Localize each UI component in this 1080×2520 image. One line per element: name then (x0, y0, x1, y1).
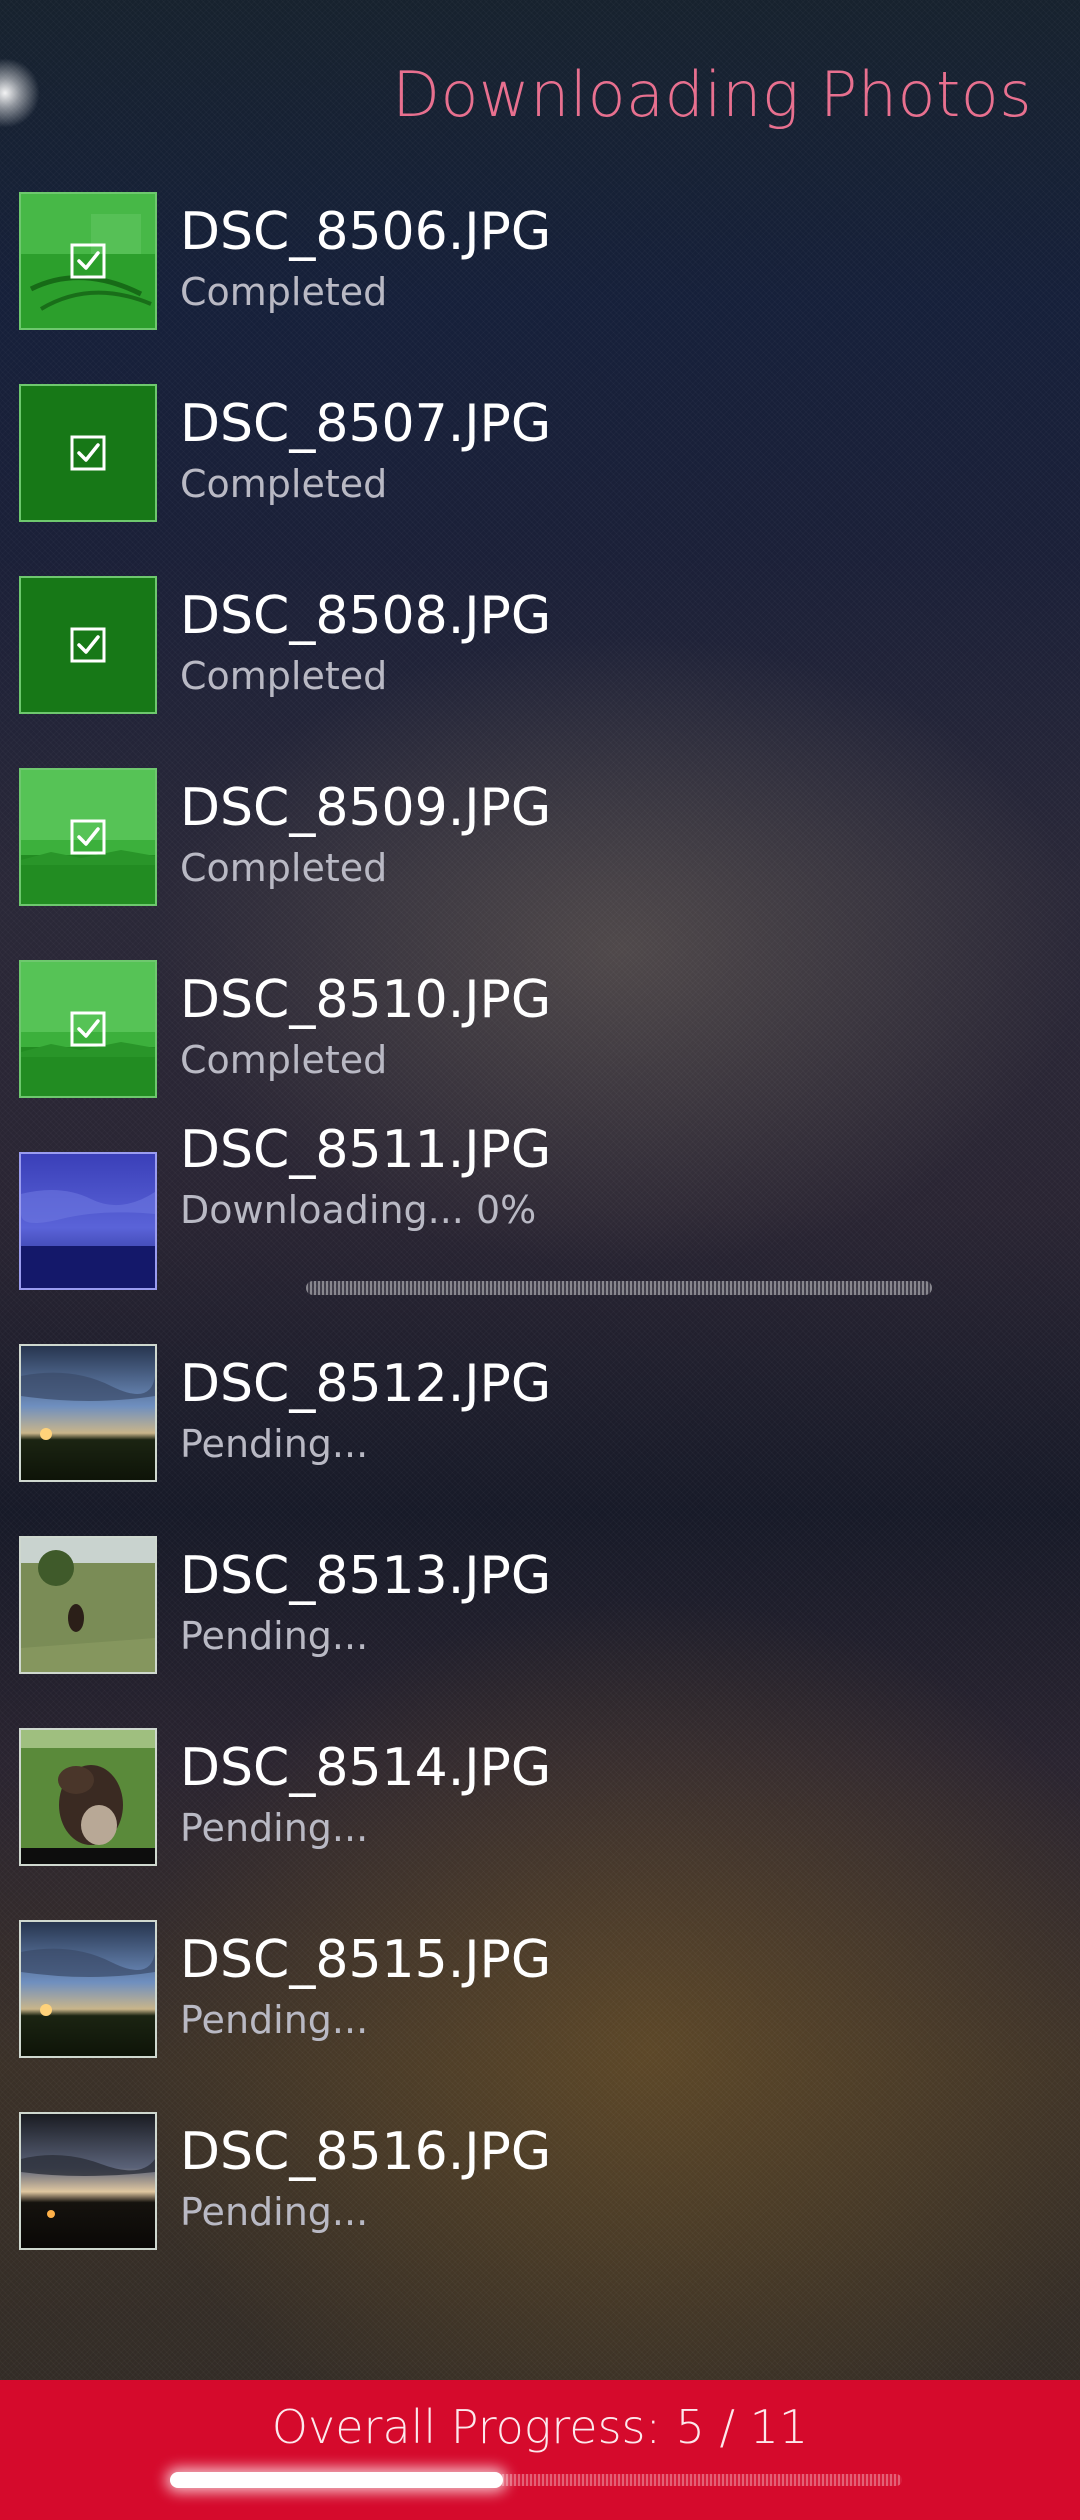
overall-progress-label: Overall Progress: 5 / 11 (271, 2400, 809, 2454)
list-item[interactable]: DSC_8516.JPG Pending... (0, 0, 1080, 2250)
file-name: DSC_8509.JPG (180, 778, 552, 838)
file-name: DSC_8506.JPG (180, 202, 552, 262)
file-status: Pending... (180, 1806, 369, 1850)
overall-progress-panel: Overall Progress: 5 / 11 (0, 2380, 1080, 2520)
photo-thumbnail (19, 576, 157, 714)
photo-thumbnail (19, 1152, 157, 1290)
photo-thumbnail (19, 1344, 157, 1482)
file-name: DSC_8515.JPG (180, 1930, 552, 1990)
file-status: Completed (180, 654, 388, 698)
photo-thumbnail (19, 1728, 157, 1866)
photo-thumbnail (19, 1920, 157, 2058)
photo-thumbnail (19, 384, 157, 522)
file-status: Downloading... 0% (180, 1188, 537, 1232)
file-status: Pending... (180, 1614, 369, 1658)
photo-thumbnail (19, 1536, 157, 1674)
file-status: Completed (180, 1038, 388, 1082)
file-name: DSC_8513.JPG (180, 1546, 552, 1606)
file-status: Completed (180, 462, 388, 506)
file-status: Pending... (180, 1422, 369, 1466)
file-status: Pending... (180, 2190, 369, 2234)
photo-thumbnail (19, 192, 157, 330)
file-name: DSC_8508.JPG (180, 586, 552, 646)
photo-thumbnail (19, 960, 157, 1098)
file-status: Completed (180, 846, 388, 890)
item-download-progress-bar (306, 1281, 932, 1295)
file-name: DSC_8512.JPG (180, 1354, 552, 1414)
file-name: DSC_8507.JPG (180, 394, 552, 454)
photo-thumbnail (19, 2112, 157, 2250)
overall-progress-fill (170, 2472, 503, 2488)
file-name: DSC_8510.JPG (180, 970, 552, 1030)
file-name: DSC_8516.JPG (180, 2122, 552, 2182)
overall-progress-track (170, 2472, 902, 2488)
photo-thumbnail (19, 768, 157, 906)
file-status: Pending... (180, 1998, 369, 2042)
file-name: DSC_8514.JPG (180, 1738, 552, 1798)
file-status: Completed (180, 270, 388, 314)
file-name: DSC_8511.JPG (180, 1120, 552, 1180)
